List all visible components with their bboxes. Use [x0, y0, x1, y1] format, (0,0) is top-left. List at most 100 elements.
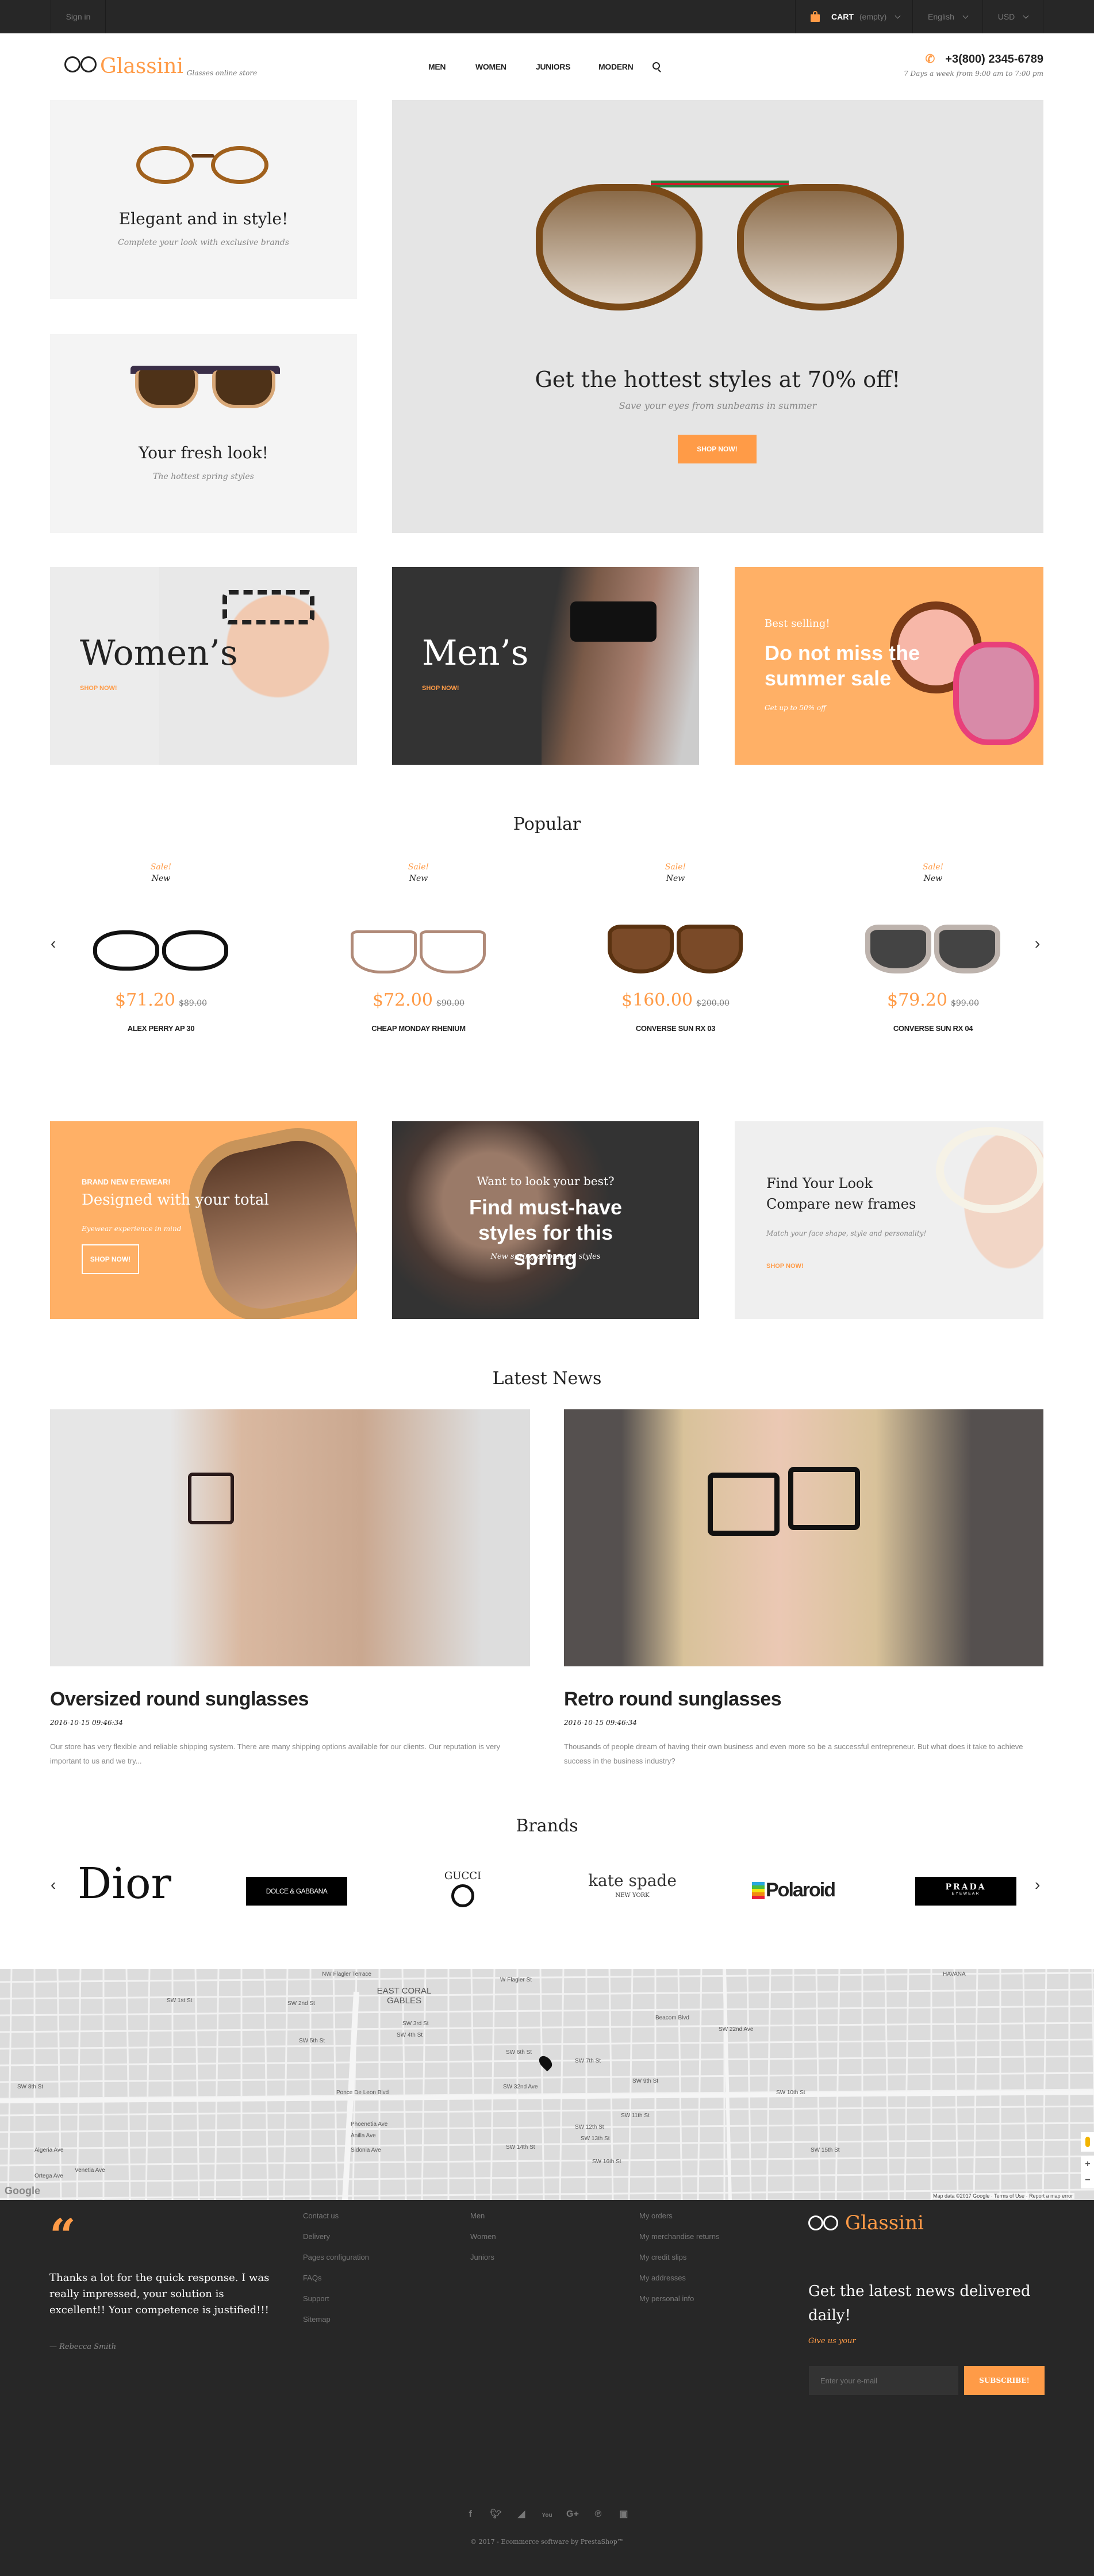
logo[interactable]: Glassini Glasses online store: [64, 56, 257, 77]
currency-dropdown[interactable]: USD: [982, 0, 1043, 33]
cart-dropdown[interactable]: CART (empty): [795, 0, 912, 33]
search-icon[interactable]: [652, 62, 661, 72]
product-card[interactable]: Sale! New $160.00 $200.00 CONVERSE SUN RX…: [578, 862, 773, 1033]
news-title[interactable]: Retro round sunglasses: [564, 1688, 1043, 1711]
promo-find-look[interactable]: Find Your Look Compare new frames Match …: [735, 1121, 1043, 1319]
footer-link-contact[interactable]: Contact us: [303, 2211, 339, 2220]
brand-name: DOLCE & GABBANA: [266, 1887, 328, 1895]
promo-must-have[interactable]: Want to look your best? Find must-have s…: [392, 1121, 699, 1319]
nav-men[interactable]: MEN: [428, 62, 446, 71]
pinterest-icon[interactable]: ℗: [588, 2509, 608, 2520]
product-price: $72.00: [373, 990, 433, 1010]
phone-number: +3(800) 2345-6789: [945, 53, 1043, 66]
facebook-icon[interactable]: f: [460, 2509, 481, 2520]
banner-elegant[interactable]: Elegant and in style! Complete your look…: [50, 100, 357, 299]
subscribe-button[interactable]: SUBSCRIBE!: [964, 2366, 1045, 2395]
sign-in-link[interactable]: Sign in: [51, 0, 106, 33]
product-name[interactable]: CHEAP MONDAY RHENIUM: [321, 1024, 516, 1033]
footer-link-delivery[interactable]: Delivery: [303, 2232, 330, 2241]
footer-link-women[interactable]: Women: [470, 2232, 496, 2241]
new-badge: New: [409, 874, 428, 883]
footer-link-personal-info[interactable]: My personal info: [639, 2294, 694, 2303]
carousel-next-arrow[interactable]: ›: [1035, 934, 1040, 953]
shop-now-button[interactable]: SHOP NOW!: [82, 1244, 139, 1274]
product-name[interactable]: CONVERSE SUN RX 04: [835, 1024, 1031, 1033]
gucci-gg-icon: [451, 1884, 474, 1907]
footer-link-credit-slips[interactable]: My credit slips: [639, 2253, 686, 2261]
brand-logo-dolce-gabbana[interactable]: DOLCE & GABBANA: [246, 1877, 347, 1906]
shop-now-link[interactable]: SHOP NOW!: [422, 685, 459, 692]
terms-link[interactable]: Terms of Use: [994, 2193, 1024, 2199]
sunglasses-decor: [570, 601, 657, 642]
report-error-link[interactable]: Report a map error: [1029, 2193, 1073, 2199]
google-map[interactable]: EAST CORAL GABLES NW Flagler Terrace W Fla…: [0, 1969, 1094, 2200]
brand-logo-gucci[interactable]: GUCCI: [437, 1870, 489, 1907]
sale-badge: Sale!: [922, 862, 944, 872]
banner-fresh-look[interactable]: Your fresh look! The hottest spring styl…: [50, 334, 357, 533]
zoom-in-button[interactable]: +: [1085, 2159, 1090, 2169]
map-label: SW 2nd St: [287, 2000, 315, 2007]
news-image-man[interactable]: [50, 1409, 530, 1666]
banner-title: Your fresh look!: [139, 443, 268, 462]
aviator-sunglasses-image: [536, 181, 904, 319]
footer-link-men[interactable]: Men: [470, 2211, 485, 2220]
glasses-logo-icon: [64, 56, 99, 74]
nav-women[interactable]: WOMEN: [475, 62, 506, 71]
brand-logo-kate-spade[interactable]: kate spade NEW YORK: [581, 1871, 684, 1899]
footer-link-returns[interactable]: My merchandise returns: [639, 2232, 719, 2241]
hero-main-banner[interactable]: Get the hottest styles at 70% off! Save …: [392, 100, 1043, 533]
product-name[interactable]: ALEX PERRY AP 30: [63, 1024, 259, 1033]
footer-link-juniors[interactable]: Juniors: [470, 2253, 494, 2261]
shop-now-link[interactable]: SHOP NOW!: [766, 1263, 804, 1270]
footer-link-support[interactable]: Support: [303, 2294, 329, 2303]
hero-title: Get the hottest styles at 70% off!: [535, 367, 901, 392]
shop-now-button[interactable]: SHOP NOW!: [678, 435, 757, 463]
email-input[interactable]: [809, 2366, 958, 2395]
footer-link-addresses[interactable]: My addresses: [639, 2274, 686, 2282]
section-title-brands: Brands: [516, 1816, 578, 1836]
news-image-woman[interactable]: [564, 1409, 1043, 1666]
product-card[interactable]: Sale! New $79.20 $99.00 CONVERSE SUN RX 0…: [835, 862, 1031, 1033]
news-title[interactable]: Oversized round sunglasses: [50, 1688, 530, 1711]
store-hours: 7 Days a week from 9:00 am to 7:00 pm: [904, 70, 1043, 78]
map-label: SW 6th St: [506, 2049, 532, 2056]
banner-mens[interactable]: Men’s SHOP NOW!: [392, 567, 699, 765]
nav-modern[interactable]: MODERN: [598, 62, 634, 71]
rss-icon[interactable]: ◢: [511, 2508, 532, 2520]
youtube-icon[interactable]: You: [537, 2512, 558, 2518]
brand-logo-dior[interactable]: Dior: [78, 1861, 171, 1907]
footer-logo[interactable]: Glassini: [808, 2211, 924, 2234]
promo-title: Compare new frames: [766, 1196, 916, 1212]
footer-link-orders[interactable]: My orders: [639, 2211, 673, 2220]
product-card[interactable]: Sale! New $72.00 $90.00 CHEAP MONDAY RHEN…: [321, 862, 516, 1033]
map-label: SW 10th St: [776, 2090, 805, 2096]
footer-link-sitemap[interactable]: Sitemap: [303, 2315, 331, 2324]
street-view-pegman-icon[interactable]: [1081, 2132, 1094, 2152]
brand-logo-polaroid[interactable]: Polaroid: [752, 1879, 836, 1902]
twitter-icon[interactable]: 🐦︎: [486, 2508, 506, 2520]
zoom-out-button[interactable]: −: [1085, 2175, 1090, 2186]
instagram-icon[interactable]: ▣: [613, 2508, 634, 2520]
map-label: Algeria Ave: [34, 2147, 64, 2153]
google-plus-icon[interactable]: G+: [562, 2509, 583, 2520]
map-label: Venetia Ave: [75, 2167, 105, 2174]
brands-next-arrow[interactable]: ›: [1035, 1876, 1040, 1894]
nav-juniors[interactable]: JUNIORS: [536, 62, 570, 71]
footer-link-pages[interactable]: Pages configuration: [303, 2253, 369, 2261]
language-dropdown[interactable]: English: [912, 0, 982, 33]
checkered-glasses-decor: [222, 590, 314, 624]
product-name[interactable]: CONVERSE SUN RX 03: [578, 1024, 773, 1033]
shop-now-link[interactable]: SHOP NOW!: [80, 685, 117, 692]
top-bar: Sign in CART (empty) English USD: [0, 0, 1094, 33]
map-label: Ortega Ave: [34, 2173, 63, 2179]
banner-womens[interactable]: Women’s SHOP NOW!: [50, 567, 357, 765]
banner-summer-sale[interactable]: Best selling! Do not miss the summer sal…: [735, 567, 1043, 765]
brands-prev-arrow[interactable]: ‹: [51, 1876, 56, 1894]
product-image: [321, 889, 516, 987]
new-badge: New: [666, 874, 685, 883]
footer-link-faqs[interactable]: FAQs: [303, 2274, 322, 2282]
carousel-prev-arrow[interactable]: ‹: [51, 934, 56, 953]
product-card[interactable]: Sale! New $71.20 $89.00 ALEX PERRY AP 30: [63, 862, 259, 1033]
promo-brand-new[interactable]: BRAND NEW EYEWEAR! Designed with your to…: [50, 1121, 357, 1319]
brand-logo-prada[interactable]: PRADA EYEWEAR: [915, 1877, 1016, 1906]
